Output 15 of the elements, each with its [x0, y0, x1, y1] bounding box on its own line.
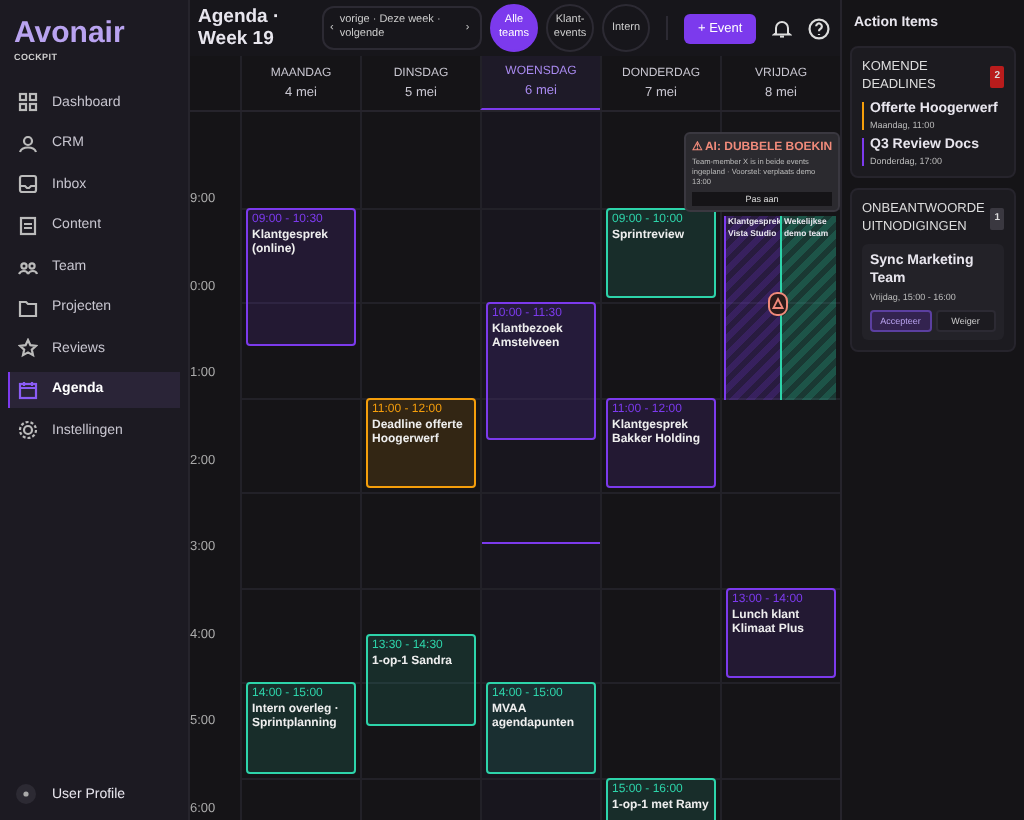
- brand-name: Avonair: [14, 16, 125, 50]
- help-icon[interactable]: [808, 17, 831, 39]
- bell-icon[interactable]: [772, 18, 793, 38]
- team-icon: [18, 256, 38, 276]
- person-icon: [18, 133, 38, 153]
- document-icon: [18, 215, 38, 235]
- folder-icon: [18, 297, 38, 317]
- avatar-icon: [16, 784, 36, 804]
- inbox-icon: [18, 174, 38, 194]
- star-icon: [18, 338, 38, 358]
- warning-icon: [768, 292, 788, 316]
- calendar-icon: [18, 379, 38, 399]
- grid-icon: [18, 92, 38, 112]
- page-title: Agenda · Week 19: [198, 6, 282, 50]
- gear-icon: [18, 420, 38, 440]
